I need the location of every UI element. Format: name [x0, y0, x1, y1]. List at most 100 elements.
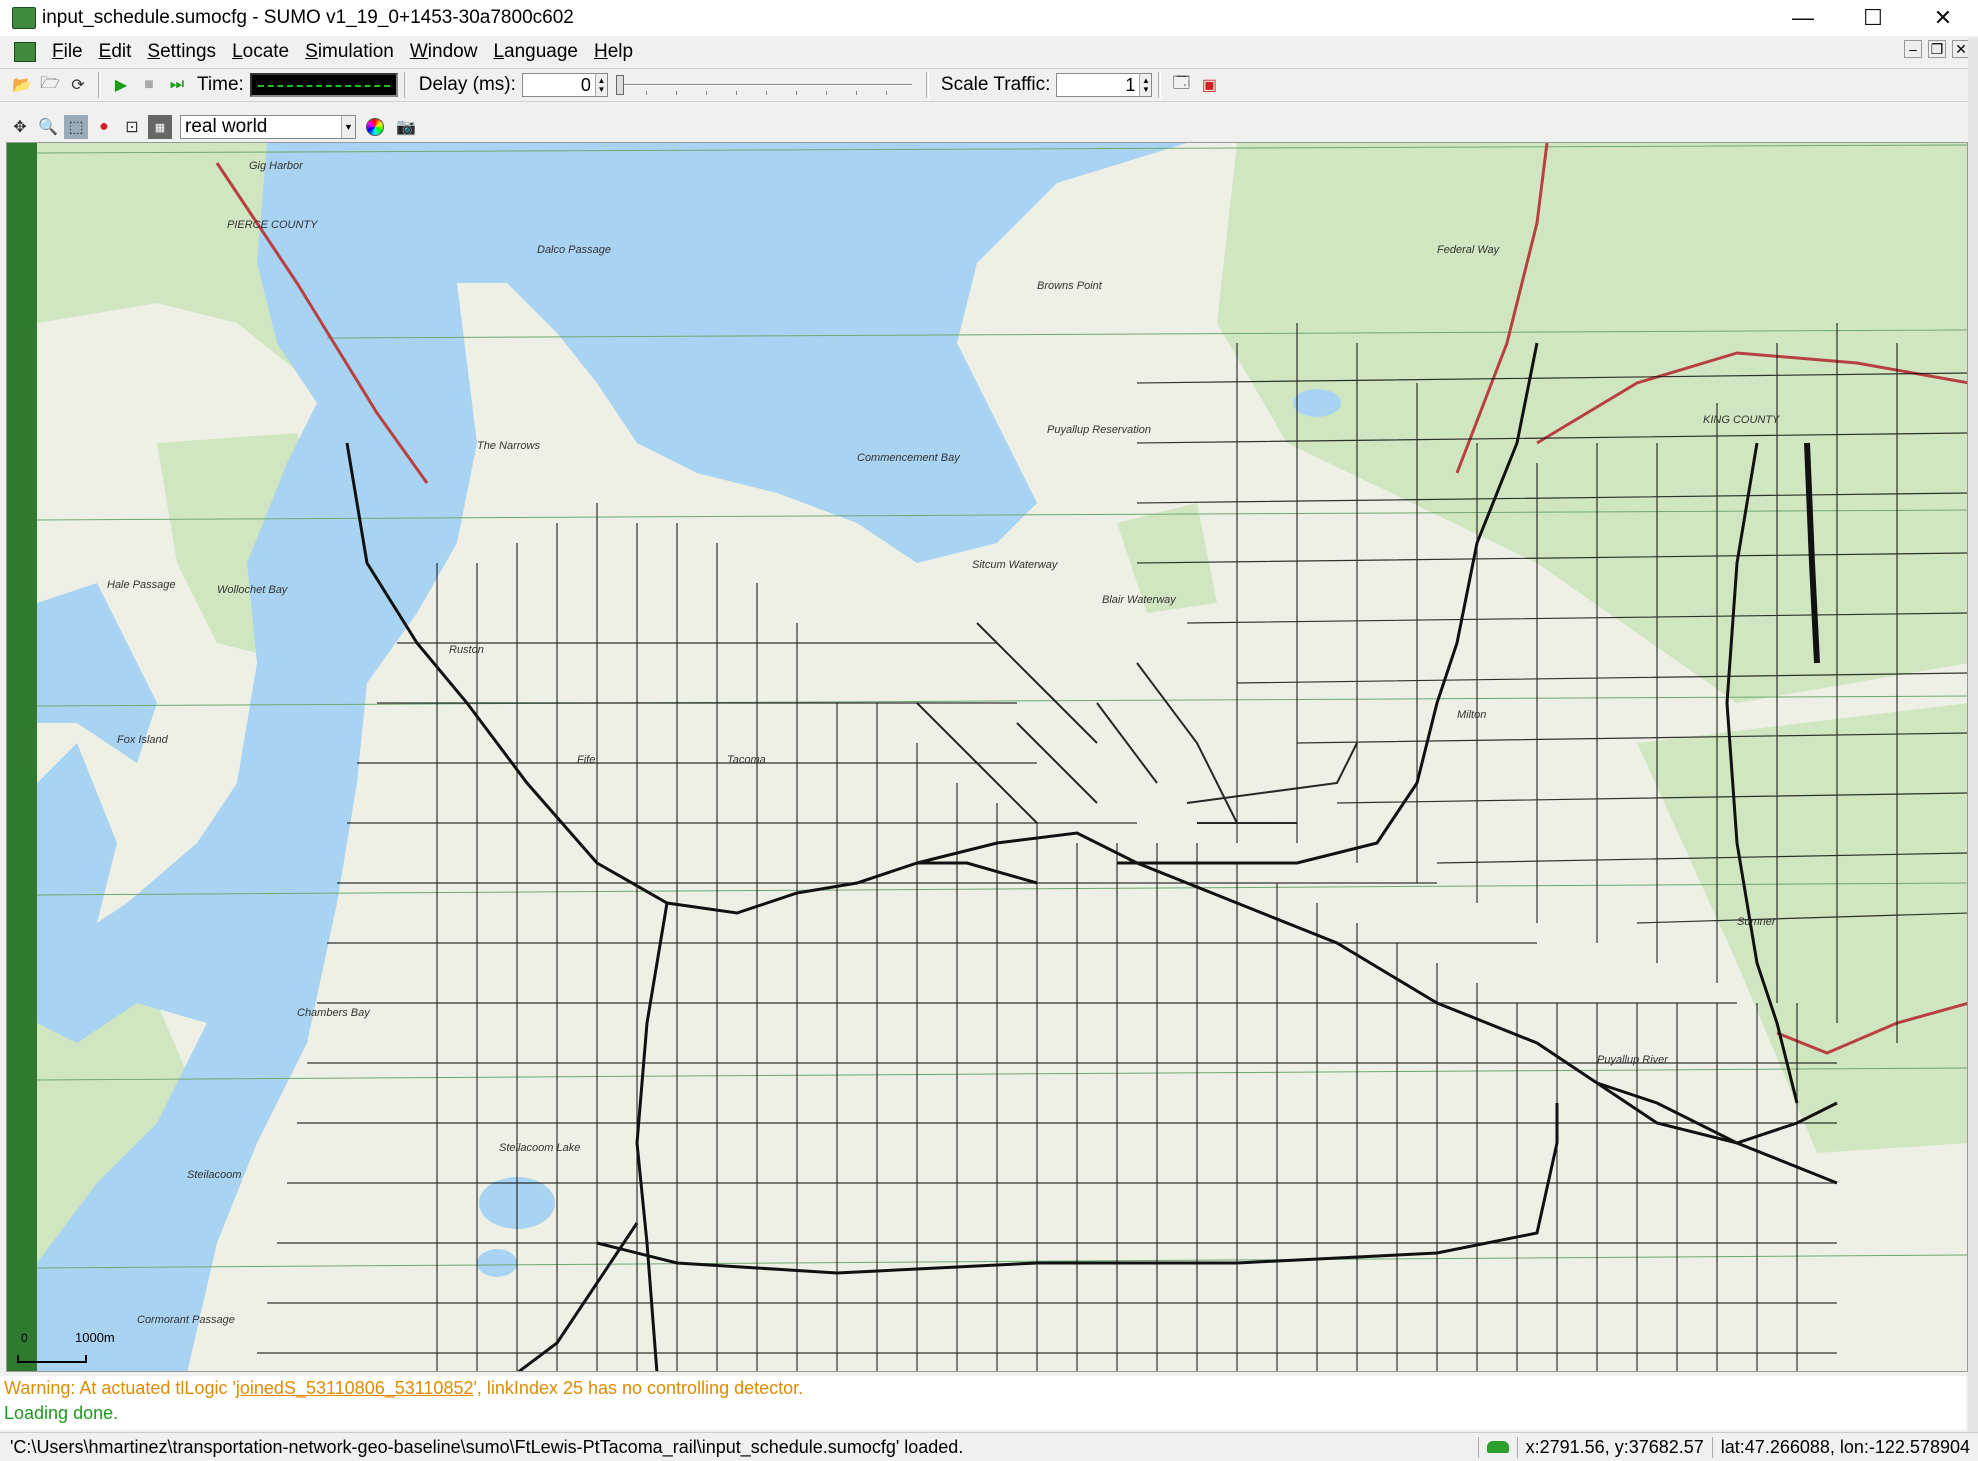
- map-label: Fife: [577, 754, 595, 766]
- status-path: 'C:\Users\hmartinez\transportation-netwo…: [0, 1436, 1479, 1458]
- map-label: PIERCE COUNTY: [227, 219, 318, 231]
- open-network-icon[interactable]: 🗁: [38, 73, 62, 97]
- maximize-button[interactable]: ☐: [1838, 0, 1908, 36]
- menu-edit[interactable]: Edit: [91, 41, 140, 63]
- status-bar: 'C:\Users\hmartinez\transportation-netwo…: [0, 1432, 1978, 1461]
- toolbar-separator: [403, 72, 407, 98]
- scale-zero: 0: [21, 1331, 28, 1345]
- color-scheme-value[interactable]: real world: [181, 116, 341, 138]
- car-icon: [1486, 1441, 1509, 1453]
- menu-simulation[interactable]: Simulation: [297, 41, 402, 63]
- zoom-icon[interactable]: 🔍: [36, 115, 60, 139]
- simulation-toolbar: 📂 🗁 ⟳ ▶ ■ ⏭ Time: Delay (ms): 0 ▲ ▼ Scale…: [0, 68, 1978, 102]
- scale-traffic-label: Scale Traffic:: [940, 74, 1051, 95]
- warning-text: ', linkIndex 25 has no controlling detec…: [473, 1378, 804, 1398]
- window-title: input_schedule.sumocfg - SUMO v1_19_0+14…: [42, 7, 574, 28]
- menu-help[interactable]: Help: [586, 41, 641, 63]
- view-settings-icon[interactable]: ▦: [148, 115, 172, 139]
- map-label: Ruston: [449, 644, 484, 656]
- map-canvas[interactable]: PIERCE COUNTY Dalco Passage The Narrows …: [37, 143, 1968, 1372]
- map-label: Blair Waterway: [1102, 594, 1177, 606]
- window-controls: — ☐ ✕: [1768, 0, 1978, 36]
- child-window-controls: ‒ ❐ ✕: [1904, 40, 1970, 58]
- time-label: Time:: [197, 74, 244, 95]
- screenshot-camera-icon[interactable]: 📷: [394, 115, 418, 139]
- new-3d-view-icon[interactable]: ▣: [1197, 73, 1221, 97]
- menu-file[interactable]: File: [44, 41, 91, 63]
- toolbar-separator: [98, 72, 101, 98]
- chevron-down-icon[interactable]: ▼: [341, 116, 355, 138]
- toolbar-separator: [925, 72, 929, 98]
- network-boundary-strip: [7, 143, 37, 1371]
- slider-thumb[interactable]: [615, 75, 624, 95]
- menu-language[interactable]: Language: [485, 41, 586, 63]
- time-display: [249, 73, 398, 97]
- scale-bar: 0 1000m: [17, 1330, 115, 1363]
- map-label: Steilacoom: [187, 1169, 241, 1181]
- map-label: Sitcum Waterway: [972, 559, 1059, 571]
- scale-line: [17, 1355, 87, 1363]
- color-scheme-select[interactable]: real world ▼: [180, 115, 356, 139]
- locate-tls-icon[interactable]: ⊡: [120, 115, 144, 139]
- scale-traffic-spinner[interactable]: 1 ▲ ▼: [1056, 73, 1153, 97]
- map-label: KING COUNTY: [1703, 414, 1780, 426]
- warning-text: Warning: At actuated tlLogic ': [4, 1378, 236, 1398]
- child-minimize-icon[interactable]: ‒: [1904, 40, 1922, 58]
- map-label: Hale Passage: [107, 579, 176, 591]
- map-label: Dalco Passage: [537, 244, 611, 256]
- title-bar: input_schedule.sumocfg - SUMO v1_19_0+14…: [0, 0, 1978, 36]
- map-label: The Narrows: [477, 440, 540, 452]
- map-label: Steilacoom Lake: [499, 1142, 580, 1154]
- sumo-app-icon: [12, 7, 36, 29]
- vertical-scrollbar[interactable]: [1968, 38, 1978, 1438]
- tllogic-link[interactable]: joinedS_53110806_53110852: [236, 1378, 474, 1398]
- map-label: Puyallup Reservation: [1047, 424, 1151, 436]
- map-label: Puyallup River: [1597, 1054, 1669, 1066]
- spinner-arrows-icon[interactable]: ▲ ▼: [1139, 74, 1152, 96]
- open-folder-icon[interactable]: 📂: [10, 73, 34, 97]
- play-icon[interactable]: ▶: [109, 73, 133, 97]
- stop-icon[interactable]: ■: [137, 73, 161, 97]
- map-label: Sumner: [1737, 916, 1777, 928]
- menu-settings[interactable]: Settings: [139, 41, 224, 63]
- message-window: Warning: At actuated tlLogic 'joinedS_53…: [0, 1376, 1966, 1430]
- map-label: Tacoma: [727, 754, 766, 766]
- toolbar-separator: [1158, 72, 1162, 98]
- slider-ticks: [615, 91, 912, 95]
- coordinates-xy: x:2791.56, y:37682.57: [1516, 1436, 1712, 1458]
- menu-bar: File Edit Settings Locate Simulation Win…: [0, 38, 1978, 66]
- step-icon[interactable]: ⏭: [165, 73, 189, 97]
- menu-window[interactable]: Window: [402, 41, 486, 63]
- coordinates-latlon: lat:47.266088, lon:-122.578904: [1711, 1436, 1978, 1458]
- new-view-icon[interactable]: 🗔: [1169, 73, 1193, 97]
- map-label: Chambers Bay: [297, 1007, 371, 1019]
- slider-track: [615, 84, 912, 86]
- recenter-icon[interactable]: ✥: [8, 115, 32, 139]
- warning-message: Warning: At actuated tlLogic 'joinedS_53…: [4, 1376, 1966, 1401]
- locate-vehicle-icon[interactable]: ●: [92, 115, 116, 139]
- map-label: Gig Harbor: [249, 160, 304, 172]
- child-window-icon[interactable]: [14, 42, 36, 62]
- minimize-button[interactable]: —: [1768, 0, 1838, 36]
- network-view[interactable]: PIERCE COUNTY Dalco Passage The Narrows …: [6, 142, 1968, 1372]
- map-label: Federal Way: [1437, 244, 1501, 256]
- map-label: Browns Point: [1037, 280, 1103, 292]
- close-button[interactable]: ✕: [1908, 0, 1978, 36]
- delay-value[interactable]: 0: [523, 75, 595, 96]
- scale-traffic-value[interactable]: 1: [1057, 75, 1139, 96]
- map-label: Wollochet Bay: [217, 584, 289, 596]
- map-label: Fox Island: [117, 734, 169, 746]
- reload-icon[interactable]: ⟳: [66, 73, 90, 97]
- child-restore-icon[interactable]: ❐: [1928, 40, 1946, 58]
- locate-junction-icon[interactable]: ⬚: [64, 115, 88, 139]
- delay-spinner[interactable]: 0 ▲ ▼: [521, 73, 608, 97]
- map-label: Commencement Bay: [857, 452, 961, 464]
- scale-length: 1000m: [75, 1330, 115, 1345]
- map-label: Cormorant Passage: [137, 1314, 235, 1326]
- map-label: Milton: [1457, 709, 1486, 721]
- menu-locate[interactable]: Locate: [224, 41, 297, 63]
- edit-coloring-icon[interactable]: [366, 118, 384, 136]
- delay-slider[interactable]: [615, 73, 912, 97]
- spinner-arrows-icon[interactable]: ▲ ▼: [594, 74, 607, 96]
- loading-done-message: Loading done.: [4, 1403, 119, 1423]
